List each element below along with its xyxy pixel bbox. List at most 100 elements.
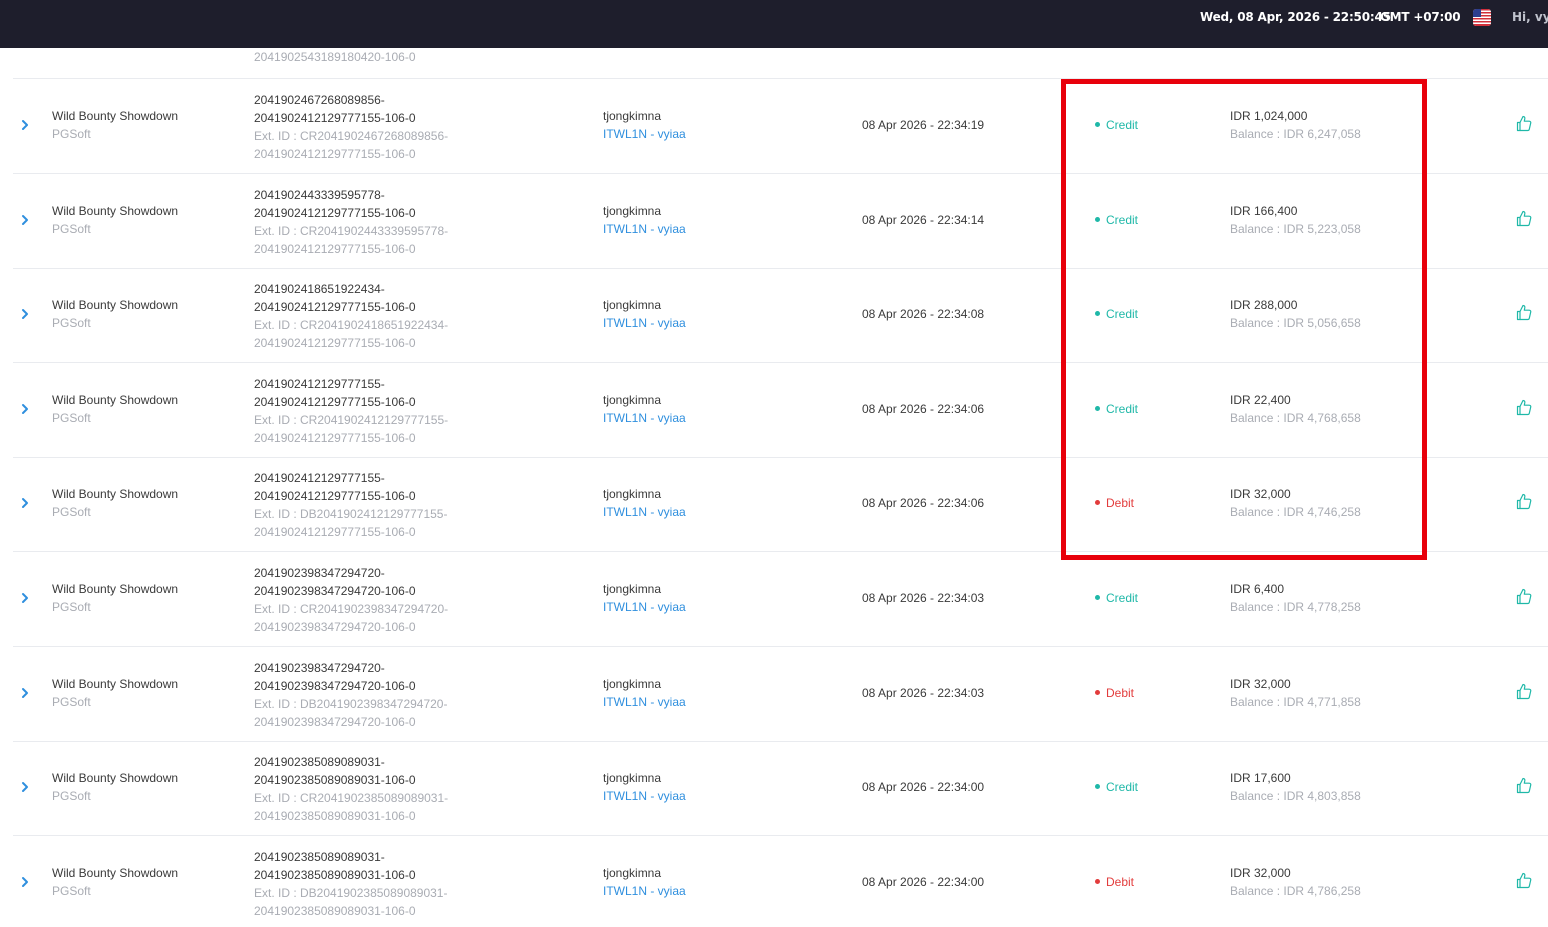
- status-dot-icon: [1095, 784, 1100, 790]
- transaction-type-label: Credit: [1106, 780, 1139, 795]
- reference-ids: 2041902398347294720- 2041902398347294720…: [254, 659, 447, 731]
- game-name: Wild Bounty Showdown: [52, 109, 179, 123]
- transaction-time: 08 Apr 2026 - 22:34:19: [862, 118, 985, 132]
- ext-id-line-1: Ext. ID : DB2041902412129777155-: [254, 507, 448, 522]
- thumbs-up-icon[interactable]: [1516, 777, 1532, 794]
- ref-id-line-2: 2041902398347294720-106-0: [254, 584, 416, 598]
- table-row[interactable]: Wild Bounty Showdown PGSoft 204190241212…: [13, 363, 1548, 458]
- agent-link[interactable]: ITWL1N - vyiaa: [603, 695, 686, 709]
- expand-chevron-icon[interactable]: [20, 591, 30, 605]
- transaction-type-badge: Debit: [1095, 686, 1134, 700]
- transaction-time: 08 Apr 2026 - 22:34:03: [862, 591, 985, 605]
- player-username: tjongkimna: [603, 487, 662, 502]
- agent-link[interactable]: ITWL1N - vyiaa: [603, 884, 686, 898]
- status-dot-icon: [1095, 216, 1100, 222]
- agent-link[interactable]: ITWL1N - vyiaa: [603, 127, 686, 141]
- status-dot-icon: [1095, 122, 1100, 127]
- player-username: tjongkimna: [603, 676, 662, 691]
- agent-link[interactable]: ITWL1N - vyiaa: [603, 316, 686, 330]
- transaction-type-badge: Credit: [1095, 307, 1138, 321]
- ref-id-line-2: 2041902412129777155-106-0: [254, 300, 416, 315]
- transaction-amount: IDR 32,000: [1230, 487, 1291, 502]
- thumbs-up-icon[interactable]: [1516, 872, 1532, 889]
- table-row[interactable]: Wild Bounty Showdown PGSoft 204190238508…: [13, 836, 1548, 927]
- ref-id-line-2: 2041902412129777155-106-0: [254, 111, 416, 125]
- expand-chevron-icon[interactable]: [20, 496, 30, 510]
- game-name: Wild Bounty Showdown: [52, 392, 179, 407]
- reference-ids: 2041902418651922434- 2041902412129777155…: [254, 280, 448, 352]
- transaction-amount: IDR 17,600: [1230, 771, 1291, 786]
- table-row[interactable]: Wild Bounty Showdown PGSoft 204190239834…: [13, 552, 1548, 647]
- ext-id-line-1: Ext. ID : CR2041902412129777155-: [254, 412, 449, 427]
- agent-link[interactable]: ITWL1N - vyiaa: [603, 411, 686, 425]
- game-provider: PGSoft: [52, 221, 91, 236]
- ext-id-line-1: Ext. ID : CR2041902418651922434-: [254, 318, 449, 333]
- transaction-amount: IDR 1,024,000: [1230, 109, 1308, 123]
- transaction-amount: IDR 6,400: [1230, 582, 1285, 596]
- agent-link[interactable]: ITWL1N - vyiaa: [603, 222, 686, 236]
- thumbs-up-icon[interactable]: [1516, 399, 1532, 416]
- thumbs-up-icon[interactable]: [1516, 588, 1532, 605]
- us-flag-icon[interactable]: [1473, 9, 1491, 26]
- ext-id-line-2: 2041902385089089031-106-0: [254, 903, 416, 918]
- thumbs-up-icon[interactable]: [1516, 683, 1532, 700]
- transaction-type-label: Debit: [1106, 685, 1135, 700]
- reference-ids: 2041902412129777155- 2041902412129777155…: [254, 375, 448, 447]
- expand-chevron-icon[interactable]: [20, 780, 30, 794]
- status-dot-icon: [1095, 689, 1100, 695]
- expand-chevron-icon[interactable]: [20, 118, 30, 132]
- transaction-time: 08 Apr 2026 - 22:34:00: [862, 780, 985, 795]
- expand-chevron-icon[interactable]: [20, 402, 30, 416]
- ext-id-line-1: Ext. ID : DB2041902385089089031-: [254, 885, 448, 900]
- table-row[interactable]: Wild Bounty Showdown PGSoft 204190246726…: [13, 79, 1548, 174]
- ext-id-line-2: 2041902412129777155-106-0: [254, 147, 416, 161]
- table-row[interactable]: Wild Bounty Showdown PGSoft 204190241865…: [13, 268, 1548, 364]
- ext-id-line-2: 2041902412129777155-106-0: [254, 525, 416, 540]
- agent-link[interactable]: ITWL1N - vyiaa: [603, 789, 686, 803]
- ext-id-line-2: 2041902412129777155-106-0: [254, 241, 416, 256]
- status-dot-icon: [1095, 311, 1100, 317]
- table-row[interactable]: Wild Bounty Showdown PGSoft 204190241212…: [13, 457, 1548, 553]
- table-row[interactable]: Wild Bounty Showdown PGSoft 204190238508…: [13, 741, 1548, 837]
- expand-chevron-icon[interactable]: [20, 307, 30, 321]
- balance-after: Balance : IDR 5,056,658: [1230, 316, 1361, 331]
- balance-after: Balance : IDR 4,768,658: [1230, 410, 1361, 425]
- ref-id-tail: 2041902543189180420-106-0: [254, 50, 416, 64]
- player-username: tjongkimna: [603, 109, 662, 123]
- thumbs-up-icon[interactable]: [1516, 210, 1532, 227]
- transaction-type-badge: Credit: [1095, 780, 1138, 794]
- ref-id-line-1: 2041902443339595778-: [254, 187, 385, 202]
- reference-ids: 2041902443339595778- 2041902412129777155…: [254, 186, 448, 258]
- table-row[interactable]: Wild Bounty Showdown PGSoft 204190239834…: [13, 647, 1548, 742]
- balance-after: Balance : IDR 4,803,858: [1230, 789, 1361, 804]
- game-name: Wild Bounty Showdown: [52, 582, 179, 596]
- balance-after: Balance : IDR 5,223,058: [1230, 221, 1361, 236]
- table-row[interactable]: Wild Bounty Showdown PGSoft 204190244333…: [13, 174, 1548, 269]
- ref-id-line-2: 2041902385089089031-106-0: [254, 773, 416, 788]
- game-provider: PGSoft: [52, 883, 91, 898]
- reference-ids: 2041902385089089031- 2041902385089089031…: [254, 848, 447, 920]
- player-username: tjongkimna: [603, 582, 662, 596]
- transaction-type-label: Credit: [1106, 591, 1139, 605]
- thumbs-up-icon[interactable]: [1516, 115, 1532, 132]
- expand-chevron-icon[interactable]: [20, 213, 30, 227]
- game-name: Wild Bounty Showdown: [52, 298, 179, 313]
- transaction-amount: IDR 32,000: [1230, 676, 1291, 691]
- player-username: tjongkimna: [603, 392, 662, 407]
- balance-after: Balance : IDR 4,778,258: [1230, 600, 1361, 614]
- transaction-type-badge: Credit: [1095, 402, 1138, 416]
- expand-chevron-icon[interactable]: [20, 875, 30, 889]
- thumbs-up-icon[interactable]: [1516, 304, 1532, 321]
- ext-id-line-2: 2041902398347294720-106-0: [254, 714, 416, 729]
- current-datetime: Wed, 08 Apr, 2026 - 22:50:45: [1200, 10, 1391, 24]
- game-provider: PGSoft: [52, 505, 91, 520]
- user-greeting[interactable]: Hi, vyia: [1512, 10, 1548, 24]
- agent-link[interactable]: ITWL1N - vyiaa: [603, 600, 686, 614]
- expand-chevron-icon[interactable]: [20, 686, 30, 700]
- transaction-type-badge: Debit: [1095, 496, 1134, 510]
- balance-after: Balance : IDR 4,771,858: [1230, 694, 1361, 709]
- thumbs-up-icon[interactable]: [1516, 493, 1532, 510]
- transaction-type-label: Credit: [1106, 401, 1139, 416]
- transaction-time: 08 Apr 2026 - 22:34:08: [862, 307, 985, 322]
- agent-link[interactable]: ITWL1N - vyiaa: [603, 505, 686, 519]
